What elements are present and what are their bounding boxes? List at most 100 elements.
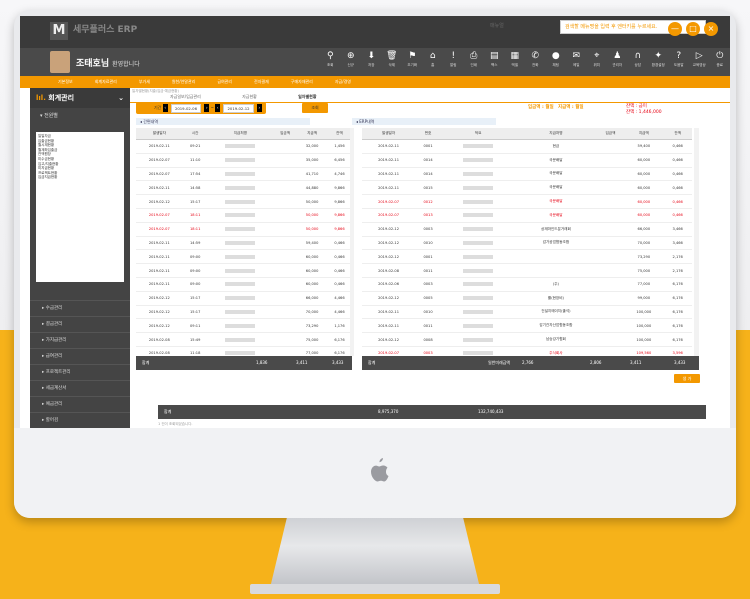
- menu-item[interactable]: 전자결재: [254, 76, 269, 88]
- mail-button[interactable]: ✉ 메일: [566, 50, 587, 74]
- help-button[interactable]: ? 도움말: [669, 50, 690, 74]
- table-row[interactable]: 2019-02-11 0001 현금 59,400 0,466: [362, 139, 692, 154]
- sidebar-menu-item[interactable]: ▸ 수금관리: [30, 300, 130, 316]
- menu-item[interactable]: 부가세: [139, 76, 150, 88]
- search-button[interactable]: ⚲ 조회: [320, 50, 341, 74]
- table-row[interactable]: 2019-02-11 0015 국문배달 60,000 0,466: [362, 180, 692, 196]
- table-row[interactable]: 2019-02-12 0001 73,290 2,176: [362, 249, 692, 265]
- video-button[interactable]: ▷ 교육영상: [689, 50, 710, 74]
- table-row[interactable]: 2019-02-06 0003 (주) 77,000 6,176: [362, 277, 692, 292]
- column-header[interactable]: 지급처명: [515, 128, 597, 140]
- menu-item[interactable]: 급여관리: [217, 76, 232, 88]
- exit-button[interactable]: ⏻ 종료: [710, 50, 731, 74]
- chat-button[interactable]: ● 채팅: [546, 50, 567, 74]
- table-row[interactable]: 2019-02-11 09:00 60,000 0,466: [136, 249, 352, 265]
- column-header[interactable]: 발생일자: [136, 128, 183, 140]
- sidebar-menu-item[interactable]: ▸ 급여관리: [30, 348, 130, 364]
- table-row[interactable]: 2019-02-07 18:11 50,000 9,866: [136, 208, 352, 223]
- column-header[interactable]: 지급처명: [207, 128, 273, 140]
- prev-arrow-icon[interactable]: ‹: [215, 104, 221, 112]
- location-button[interactable]: ⌖ 위치: [587, 50, 608, 74]
- next-arrow-icon[interactable]: ›: [204, 104, 210, 112]
- table-row[interactable]: 2019-02-12 15:17 66,000 4,466: [136, 291, 352, 306]
- delete-button[interactable]: 🗑 삭제: [382, 50, 403, 74]
- fax-button[interactable]: ▤ 팩스: [484, 50, 505, 74]
- table-row[interactable]: 2019-02-11 0010 건설지에이지(출석) 100,000 6,176: [362, 305, 692, 320]
- close-button[interactable]: ×: [704, 22, 718, 36]
- table-row[interactable]: 2019-02-11 09:21 32,000 1,456: [136, 139, 352, 154]
- menu-item[interactable]: 구매자재관리: [291, 76, 313, 88]
- table-row[interactable]: 2019-02-12 0008 남승강기협회 100,000 6,176: [362, 332, 692, 347]
- sidebar-menu-item[interactable]: ▸ 가지급관리: [30, 332, 130, 348]
- table-row[interactable]: 2019-02-12 0005 를(현장비) 99,000 6,176: [362, 291, 692, 306]
- tab-status[interactable]: 자금현황: [242, 94, 257, 99]
- apply-button[interactable]: 생 가: [674, 374, 700, 383]
- phone-button[interactable]: ✆ 전화: [525, 50, 546, 74]
- column-header[interactable]: 번호: [415, 128, 441, 140]
- table-row[interactable]: 2019-02-12 15:17 70,000 4,466: [136, 305, 352, 320]
- table-row[interactable]: 2019-02-08 15:49 75,000 6,176: [136, 332, 352, 347]
- sidebar-sub[interactable]: ▾ 전원별: [30, 108, 130, 124]
- table-row[interactable]: 2019-02-11 09:00 60,000 0,466: [136, 263, 352, 278]
- menu-item[interactable]: 원천/연말관리: [172, 76, 195, 88]
- table-row[interactable]: 2019-02-07 17:54 41,710 4,746: [136, 167, 352, 182]
- table-row[interactable]: 2019-02-11 14:59 59,400 0,466: [136, 236, 352, 251]
- sidebar-menu-item[interactable]: ▸ 예금관리: [30, 396, 130, 412]
- right-scrollbar[interactable]: [694, 128, 699, 356]
- manual-link[interactable]: 매뉴얼: [490, 22, 504, 29]
- column-header[interactable]: 입금액: [272, 128, 298, 140]
- flag-button[interactable]: ⚑ 초기화: [402, 50, 423, 74]
- add-button[interactable]: ⊕ 신규: [341, 50, 362, 74]
- alert-button[interactable]: ! 알림: [443, 50, 464, 74]
- table-row[interactable]: 2019-02-11 0014 국문배달 60,000 0,466: [362, 167, 692, 182]
- next-arrow-icon[interactable]: ›: [256, 104, 262, 112]
- table-row[interactable]: 2019-02-07 11:10 35,000 6,456: [136, 153, 352, 168]
- table-row[interactable]: 2019-02-11 0011 감기관자산업협동조합 100,000 6,176: [362, 318, 692, 334]
- column-header[interactable]: 지급액: [624, 128, 664, 140]
- headset-button[interactable]: ∩ 상담: [628, 50, 649, 74]
- prev-arrow-icon[interactable]: ‹: [162, 104, 168, 112]
- date-from-input[interactable]: 2019-02-06: [170, 103, 202, 113]
- table-row[interactable]: 2019-02-12 15:17 50,000 9,866: [136, 194, 352, 209]
- column-header[interactable]: 입금액: [596, 128, 625, 140]
- sidebar-menu-item[interactable]: ▸ 세금계산서: [30, 380, 130, 396]
- maximize-button[interactable]: □: [686, 22, 700, 36]
- column-header[interactable]: 발생일자: [362, 128, 416, 140]
- tree-item[interactable]: 입금지급현황: [38, 175, 122, 180]
- sidebar-menu-item[interactable]: ▸ 프로젝트관리: [30, 364, 130, 380]
- column-header[interactable]: 시간: [182, 128, 208, 140]
- menu-item[interactable]: 자금/경영: [335, 76, 351, 88]
- column-header[interactable]: 적요: [440, 128, 516, 140]
- table-row[interactable]: 2019-02-11 09:00 60,000 0,466: [136, 277, 352, 292]
- print-button[interactable]: ⎙ 인쇄: [464, 50, 485, 74]
- sidebar-menu-item[interactable]: ▸ 결금관리: [30, 316, 130, 332]
- table-row[interactable]: 2019-02-07 0012 국문배달 60,000 0,466: [362, 194, 692, 209]
- menu-item[interactable]: 기본정보: [58, 76, 73, 88]
- settings-button[interactable]: ✦ 환경설정: [648, 50, 669, 74]
- menu-search-input[interactable]: 검색할 메뉴명을 입력 후 엔터키를 누르세요.: [560, 20, 706, 34]
- table-row[interactable]: 2019-02-11 0014 국문배달 60,000 0,466: [362, 153, 692, 168]
- table-row[interactable]: 2019-02-12 09:11 73,290 1,176: [136, 318, 352, 334]
- table-row[interactable]: 2019-02-12 0003 상재마인드분거래회 66,000 3,466: [362, 222, 692, 237]
- person-button[interactable]: ♟ 관리자: [607, 50, 628, 74]
- search-button[interactable]: 조회: [302, 103, 328, 113]
- table-row[interactable]: 2019-02-11 14:58 44,880 9,866: [136, 180, 352, 196]
- menu-item[interactable]: 회계자료관리: [95, 76, 117, 88]
- sidebar-menu-item[interactable]: ▸ 할어검: [30, 412, 130, 428]
- tab-daily[interactable]: 자금일보/입금관리: [170, 94, 201, 99]
- tab-by-date[interactable]: 일자별현황: [298, 94, 316, 99]
- save-button[interactable]: ⬇ 저장: [361, 50, 382, 74]
- table-row[interactable]: 2019-02-07 0013 국문배달 60,000 0,466: [362, 208, 692, 223]
- column-header[interactable]: 잔액: [326, 128, 352, 140]
- table-row[interactable]: 2019-02-07 18:11 50,000 9,866: [136, 222, 352, 237]
- column-header[interactable]: 지급액: [297, 128, 327, 140]
- left-scrollbar[interactable]: [350, 128, 354, 356]
- home-button[interactable]: ⌂ 홈: [423, 50, 444, 74]
- table-row[interactable]: 2019-02-12 0010 감가공업협동조합 70,000 3,466: [362, 236, 692, 251]
- minimize-button[interactable]: —: [668, 22, 682, 36]
- sidebar-title[interactable]: lıl. 회계관리 ⌄: [30, 88, 130, 108]
- column-header[interactable]: 잔액: [663, 128, 692, 140]
- table-row[interactable]: 2019-02-08 0011 75,000 2,176: [362, 263, 692, 278]
- date-to-input[interactable]: 2019-02-12: [223, 103, 254, 113]
- excel-button[interactable]: ▦ 엑셀: [505, 50, 526, 74]
